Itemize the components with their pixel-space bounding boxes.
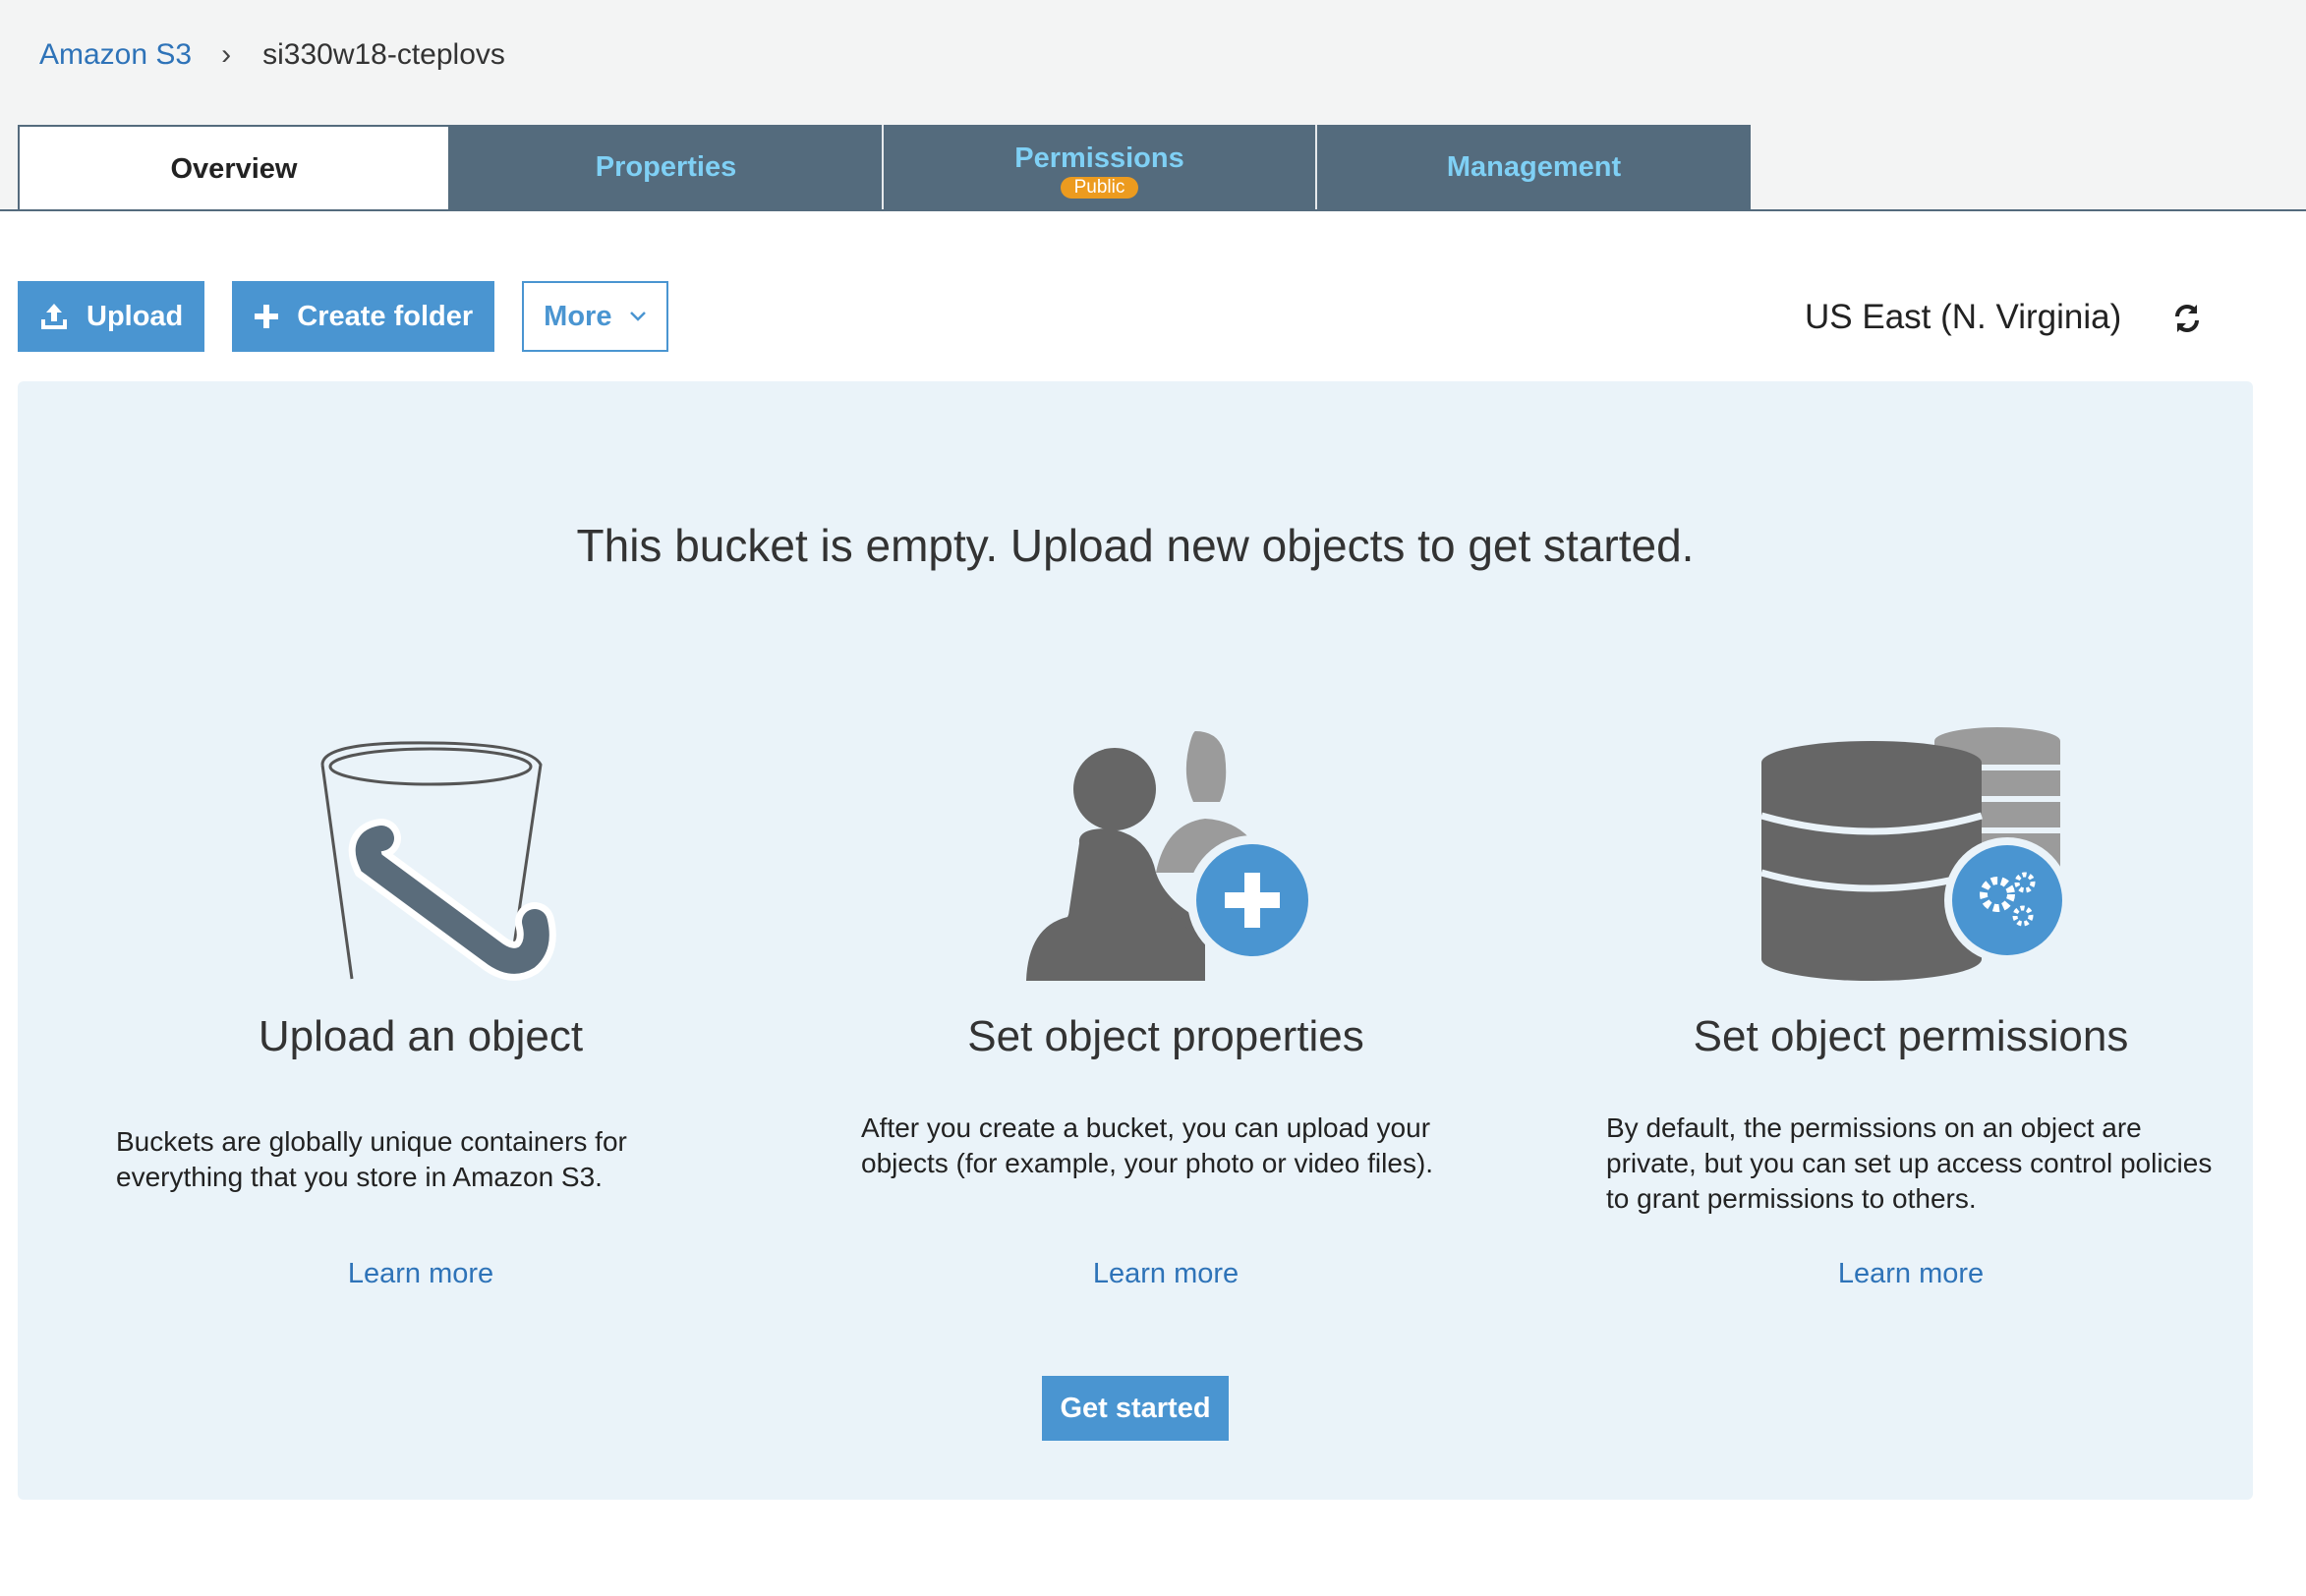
tab-permissions[interactable]: Permissions Public [884, 125, 1317, 209]
tab-permissions-label: Permissions [1014, 142, 1184, 174]
tab-management[interactable]: Management [1317, 125, 1751, 209]
set-permissions-card: Set object permissions By default, the p… [1606, 725, 2216, 1217]
upload-button[interactable]: Upload [18, 281, 205, 352]
tab-management-label: Management [1446, 150, 1622, 183]
card-title-upload: Upload an object [258, 1012, 584, 1060]
refresh-icon[interactable] [2168, 300, 2206, 337]
learn-more-upload-link[interactable]: Learn more [116, 1258, 725, 1290]
card-title-permissions: Set object permissions [1693, 1012, 2129, 1060]
users-add-icon [1026, 731, 1317, 981]
plus-icon [254, 304, 279, 329]
learn-more-permissions-link[interactable]: Learn more [1606, 1258, 2216, 1290]
learn-more-properties-link[interactable]: Learn more [861, 1258, 1470, 1290]
upload-icon [39, 302, 69, 331]
empty-bucket-panel: This bucket is empty. Upload new objects… [18, 381, 2253, 1500]
create-folder-button[interactable]: Create folder [232, 281, 495, 352]
tab-underline [0, 209, 2306, 211]
breadcrumb: Amazon S3 › si330w18-cteplovs [39, 29, 505, 81]
card-title-properties: Set object properties [967, 1012, 1364, 1060]
card-text-properties: After you create a bucket, you can uploa… [861, 1112, 1434, 1178]
empty-headline: This bucket is empty. Upload new objects… [576, 520, 1695, 571]
breadcrumb-amazon-s3-link[interactable]: Amazon S3 [39, 38, 192, 72]
tab-overview[interactable]: Overview [18, 125, 450, 211]
bucket-icon [320, 741, 556, 981]
public-badge: Public [1060, 176, 1139, 199]
toolbar: Upload Create folder More [18, 281, 669, 352]
upload-object-card: Upload an object Buckets are globally un… [116, 725, 725, 1195]
set-properties-card: Set object properties After you create a… [861, 725, 1470, 1181]
create-folder-button-label: Create folder [297, 300, 474, 332]
upload-button-label: Upload [86, 300, 184, 332]
breadcrumb-bucket-name: si330w18-cteplovs [262, 38, 505, 71]
card-text-permissions: By default, the permissions on an object… [1606, 1112, 2213, 1214]
tab-properties-label: Properties [595, 150, 737, 183]
region-label: US East (N. Virginia) [1805, 298, 2122, 336]
get-started-button[interactable]: Get started [1042, 1376, 1229, 1441]
breadcrumb-separator: › [221, 38, 232, 71]
chevron-down-icon [629, 311, 647, 322]
database-settings-icon [1760, 727, 2068, 981]
tab-properties[interactable]: Properties [450, 125, 884, 209]
more-dropdown[interactable]: More [522, 281, 669, 352]
tab-overview-label: Overview [170, 152, 298, 185]
tab-bar: Overview Properties Permissions Public M… [18, 125, 1751, 211]
more-dropdown-label: More [544, 300, 612, 332]
card-text-upload: Buckets are globally unique containers f… [116, 1126, 627, 1192]
